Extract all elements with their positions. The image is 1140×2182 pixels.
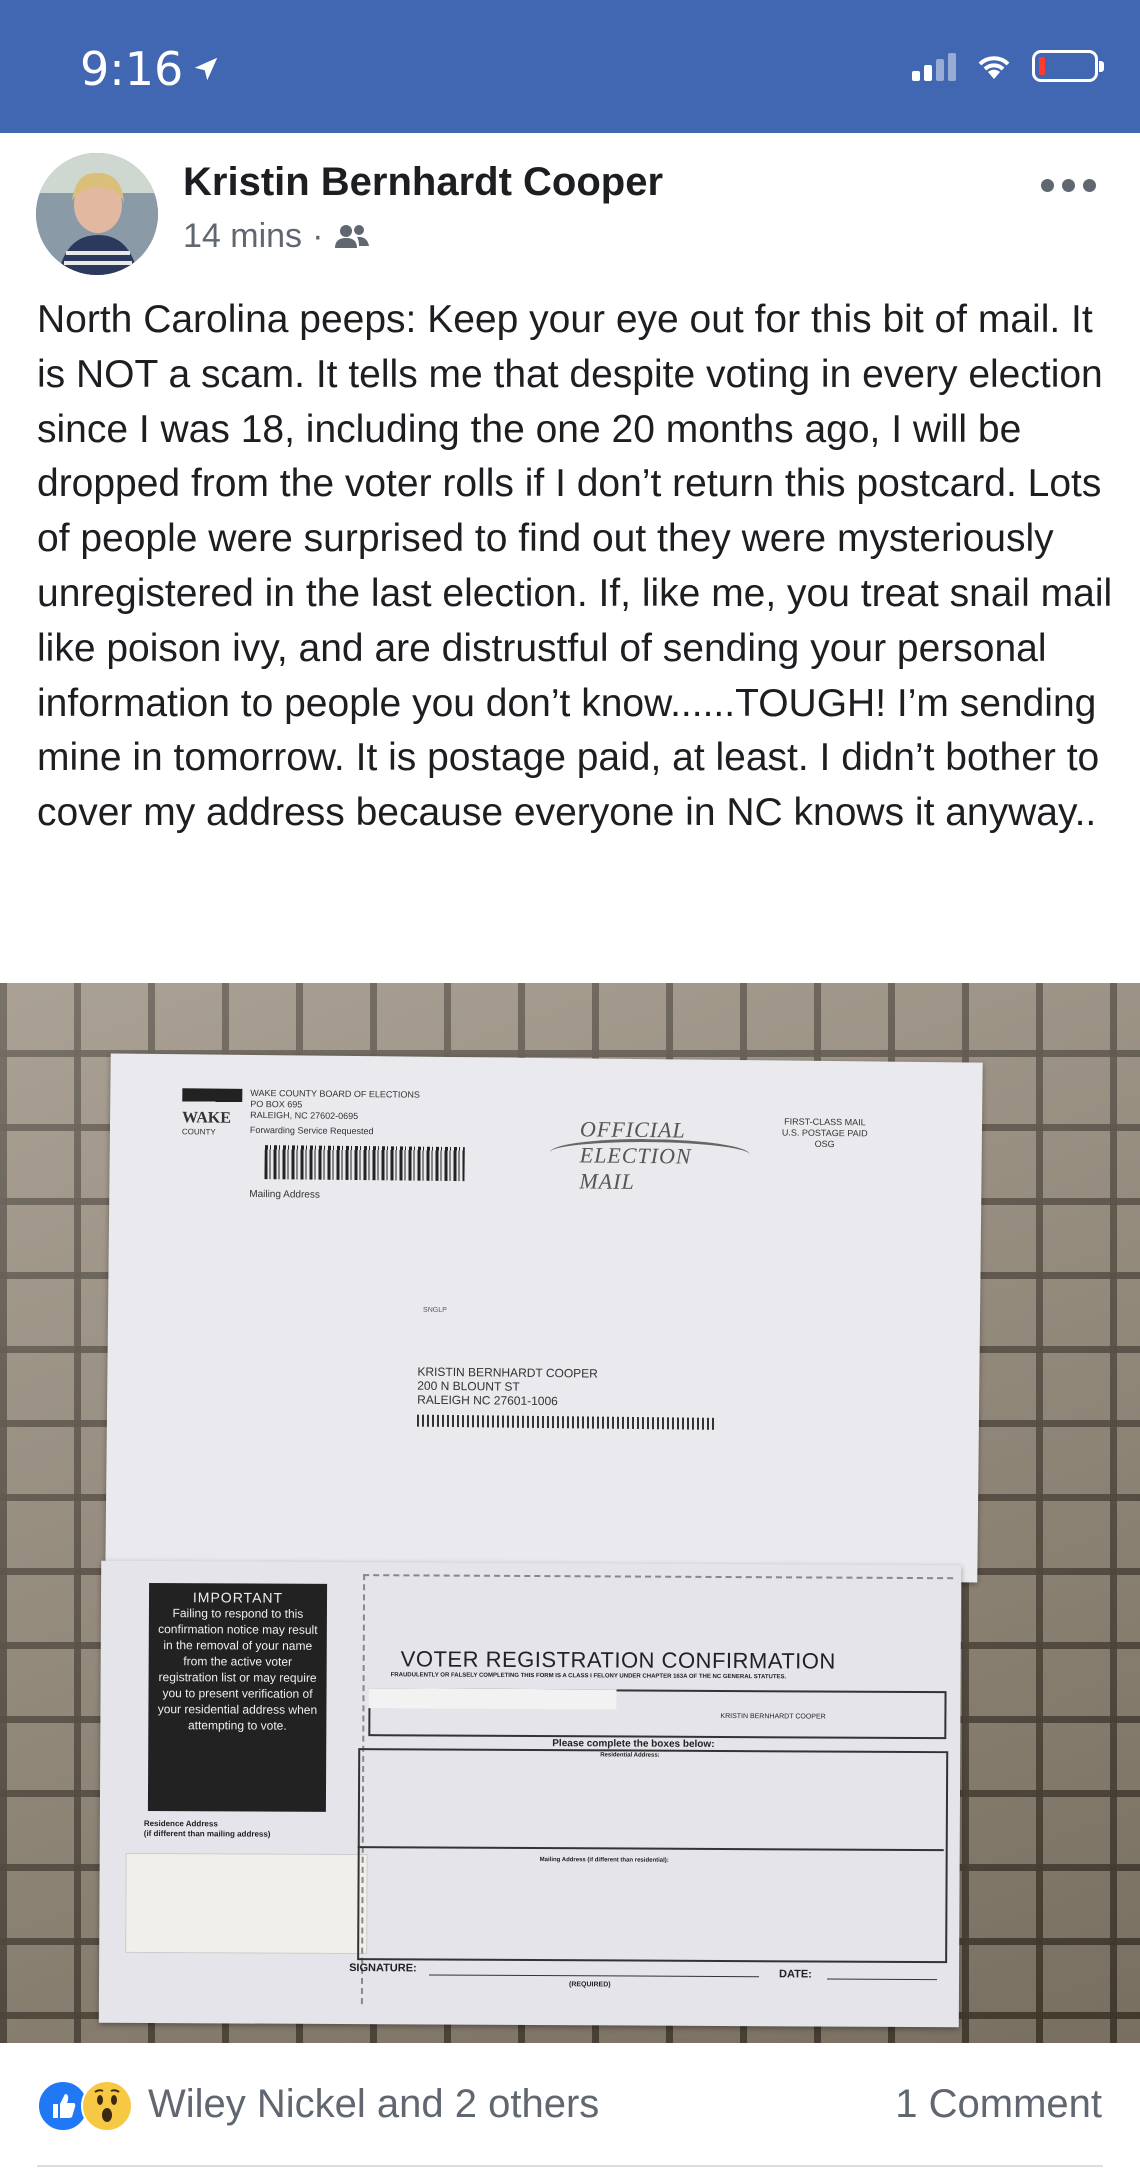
reactors-text[interactable]: Wiley Nickel and 2 others [148, 2082, 599, 2127]
post-text: North Carolina peeps: Keep your eye out … [37, 298, 1113, 835]
comment-count[interactable]: 1 Comment [895, 2082, 1102, 2127]
mailing-address-label: Mailing Address (if different than resid… [539, 1857, 669, 1864]
status-bar: 9:16 [0, 0, 1140, 133]
sort-line: SNGLP [423, 1306, 447, 1314]
wow-reaction-icon [81, 2080, 133, 2132]
post-meta: 14 mins · [183, 217, 371, 256]
important-title: IMPORTANT [192, 1589, 284, 1606]
wifi-icon [978, 56, 1010, 79]
logo-sub: COUNTY [181, 1127, 216, 1137]
mailing-address-label: Mailing Address [249, 1188, 320, 1201]
return-address: WAKE COUNTY BOARD OF ELECTIONS PO BOX 69… [250, 1088, 420, 1123]
status-time: 9:16 [80, 42, 221, 96]
address-boxes [357, 1748, 949, 1964]
recipient-line: RALEIGH NC 27601-1006 [417, 1392, 558, 1409]
signature-line [429, 1974, 760, 1978]
meta-separator: · [312, 217, 324, 255]
residence-sub: (if different than mailing address) [143, 1828, 271, 1839]
card-name: KRISTIN BERNHARDT COOPER [720, 1712, 826, 1721]
postage-indicia: FIRST-CLASS MAIL U.S. POSTAGE PAID OSG [782, 1116, 868, 1150]
voter-registration-card: IMPORTANT Failing to respond to this con… [98, 1560, 962, 2028]
important-notice: IMPORTANT Failing to respond to this con… [147, 1583, 328, 1812]
more-options-icon[interactable] [1041, 179, 1096, 192]
card-warning: FRAUDULENTLY OR FALSELY COMPLETING THIS … [390, 1672, 787, 1681]
important-text: Failing to respond to this confirmation … [157, 1606, 318, 1733]
required-label: (REQUIRED) [568, 1981, 611, 1989]
reactions-bar: Wiley Nickel and 2 others 1 Comment [0, 2043, 1140, 2169]
clock-text: 9:16 [80, 42, 184, 96]
post-photo[interactable]: WAKE COUNTY WAKE COUNTY BOARD OF ELECTIO… [0, 983, 1140, 2043]
cellular-signal-icon [912, 51, 956, 81]
postnet-barcode [416, 1414, 717, 1430]
return-line: RALEIGH, NC 27602-0695 [250, 1109, 359, 1122]
post-timestamp[interactable]: 14 mins [183, 217, 302, 256]
postage-line: U.S. POSTAGE PAID [781, 1127, 868, 1139]
mail-envelope: WAKE COUNTY WAKE COUNTY BOARD OF ELECTIO… [105, 1053, 983, 1583]
card-instruction: Please complete the boxes below: [552, 1738, 715, 1750]
recipient-address: KRISTIN BERNHARDT COOPER 200 N BLOUNT ST… [416, 1365, 718, 1430]
signature-label: SIGNATURE: [349, 1962, 417, 1975]
status-icons [912, 50, 1104, 82]
avatar[interactable] [36, 153, 158, 275]
battery-low-icon [1032, 50, 1104, 82]
forwarding-note: Forwarding Service Requested [249, 1124, 374, 1137]
residence-address-label: Residence Address (if different than mai… [144, 1819, 271, 1840]
friends-icon [335, 224, 370, 248]
author-name[interactable]: Kristin Bernhardt Cooper [183, 160, 663, 205]
location-arrow-icon [195, 57, 218, 81]
wake-county-logo: WAKE COUNTY [182, 1088, 243, 1138]
postage-line: FIRST-CLASS MAIL [784, 1116, 866, 1128]
residence-label: Residence Address [143, 1818, 218, 1829]
date-label: DATE: [779, 1968, 812, 1981]
divider [37, 2165, 1103, 2167]
card-title: VOTER REGISTRATION CONFIRMATION [400, 1646, 836, 1674]
address-sticker [125, 1852, 368, 1955]
reaction-icons[interactable] [37, 2080, 133, 2132]
perforation [363, 1574, 954, 1580]
date-line [827, 1978, 938, 1981]
logo-text: WAKE [181, 1109, 232, 1127]
residential-address-label: Residential Address: [600, 1752, 660, 1759]
official-election-mail-mark: OFFICIAL ELECTION MAIL [549, 1108, 751, 1194]
postage-line: OSG [814, 1138, 835, 1150]
post-header: Kristin Bernhardt Cooper 14 mins · [0, 133, 1140, 283]
redaction-tape [368, 1688, 617, 1710]
barcode [264, 1145, 465, 1182]
